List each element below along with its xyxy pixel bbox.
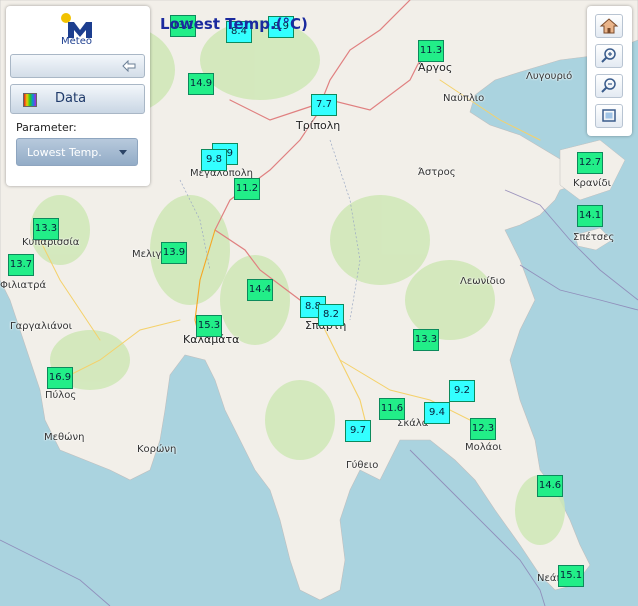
station-marker[interactable]: 9.2 — [449, 380, 475, 402]
control-panel: Meteo Data Parameter: Lowest Temp. — [6, 6, 150, 186]
station-marker[interactable]: 14.4 — [247, 279, 273, 301]
station-marker[interactable]: 7.7 — [311, 94, 337, 116]
parameter-label: Parameter: — [16, 121, 77, 134]
parameter-select[interactable]: Lowest Temp. — [16, 138, 138, 166]
station-marker[interactable]: 12.3 — [470, 418, 496, 440]
station-marker[interactable]: 11.2 — [234, 178, 260, 200]
station-marker[interactable]: 13.9 — [161, 242, 187, 264]
place-argos: Άργος — [418, 61, 453, 74]
data-button-label: Data — [55, 91, 87, 106]
zoom-extent-icon — [602, 109, 616, 122]
place-astros: Άστρος — [418, 167, 456, 178]
station-marker[interactable]: 13.7 — [8, 254, 34, 276]
place-gytheio: Γύθειο — [346, 460, 379, 471]
place-filiatra: Φιλιατρά — [0, 280, 47, 291]
data-button[interactable]: Data — [10, 84, 145, 114]
station-marker[interactable]: 13.3 — [33, 218, 59, 240]
place-kranidi: Κρανίδι — [573, 178, 611, 189]
zoom-in-button[interactable] — [595, 44, 623, 68]
station-marker[interactable]: 15.3 — [196, 315, 222, 337]
chevron-down-icon — [119, 150, 127, 155]
arrow-left-icon[interactable] — [122, 60, 136, 72]
zoom-out-button[interactable] — [595, 74, 623, 98]
station-marker[interactable]: 9.4 — [424, 402, 450, 424]
station-marker[interactable]: 9.7 — [345, 420, 371, 442]
place-tripoli: Τρίπολη — [296, 119, 341, 132]
place-methoni: Μεθώνη — [44, 432, 85, 443]
station-marker[interactable]: 11.6 — [379, 398, 405, 420]
place-molaoi: Μολάοι — [465, 442, 502, 453]
zoom-extent-button[interactable] — [595, 104, 623, 128]
place-lygourio: Λυγουριό — [526, 71, 573, 82]
station-marker[interactable]: 13.3 — [413, 329, 439, 351]
place-koroni: Κορώνη — [137, 444, 177, 455]
station-marker[interactable]: 9.8 — [201, 149, 227, 171]
zoom-out-icon — [601, 78, 616, 93]
place-nafplio: Ναύπλιο — [443, 93, 485, 104]
station-marker[interactable]: 16.9 — [47, 367, 73, 389]
time-slider[interactable] — [10, 54, 145, 78]
place-spetses: Σπέτσες — [573, 232, 615, 243]
place-pylos: Πύλος — [45, 390, 77, 401]
home-icon — [599, 18, 619, 34]
station-marker[interactable]: 8.2 — [318, 304, 344, 326]
home-button[interactable] — [595, 14, 623, 38]
station-marker[interactable]: 14.1 — [577, 205, 603, 227]
place-leonidio: Λεωνίδιο — [460, 276, 506, 287]
zoom-in-icon — [601, 48, 616, 63]
station-marker[interactable]: 15.1 — [558, 565, 584, 587]
parameter-selected-value: Lowest Temp. — [27, 146, 102, 159]
station-marker[interactable]: 14.6 — [537, 475, 563, 497]
place-gargalianoi: Γαργαλιάνοι — [10, 321, 73, 332]
map-title: Lowest Temp.(°C) — [160, 15, 308, 33]
logo-text: Meteo — [61, 36, 92, 47]
station-marker[interactable]: 12.7 — [577, 152, 603, 174]
map-controls — [587, 6, 632, 136]
station-marker[interactable]: 11.3 — [418, 40, 444, 62]
station-marker[interactable]: 14.9 — [188, 73, 214, 95]
palette-icon — [23, 93, 37, 107]
